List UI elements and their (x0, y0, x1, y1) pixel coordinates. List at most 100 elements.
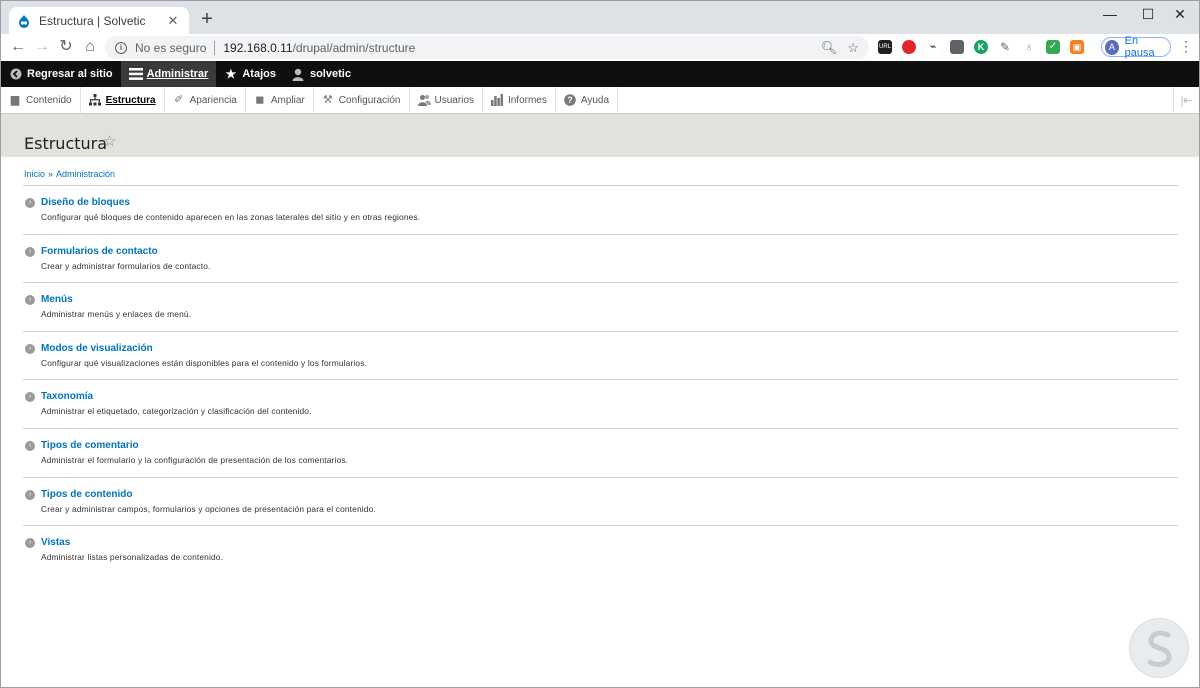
people-icon (417, 94, 431, 106)
cube-icon[interactable] (950, 40, 964, 54)
bar-chart-icon (490, 94, 503, 106)
browser-tab[interactable]: Estructura | Solvetic ✕ (9, 7, 189, 34)
list-item-description: Configurar qué visualizaciones están dis… (41, 357, 368, 368)
url-icon[interactable]: URL (878, 40, 892, 54)
list-item-description: Administrar el etiquetado, categorizació… (41, 406, 312, 417)
chevron-right-icon: › (25, 198, 35, 208)
tray-item-apariencia[interactable]: ✐ Apariencia (165, 87, 246, 113)
watermark-logo (1129, 618, 1189, 678)
list-item-link[interactable]: Menús (41, 294, 73, 305)
tray-item-label: Apariencia (189, 94, 237, 106)
tray-item-ayuda[interactable]: ? Ayuda (556, 87, 619, 113)
list-item: › Tipos de comentario Administrar el for… (23, 429, 1178, 478)
tray-item-label: Estructura (105, 94, 156, 106)
list-item-link[interactable]: Tipos de comentario (41, 440, 139, 451)
bookmark-star-icon[interactable]: ☆ (847, 40, 859, 56)
tray-item-label: Usuarios (434, 94, 474, 106)
omnibox-divider (214, 40, 216, 55)
tray-item-label: Configuración (338, 94, 401, 106)
back-circle-icon (9, 68, 22, 81)
wrench-icon: ⚒ (322, 94, 333, 106)
window-close-icon[interactable]: ✕ (1161, 1, 1199, 27)
minimize-icon[interactable]: — (1091, 1, 1129, 27)
svg-text:?: ? (567, 95, 573, 105)
list-item: › Tipos de contenido Crear y administrar… (23, 478, 1178, 527)
chevron-right-icon: › (25, 489, 35, 500)
list-item-link[interactable]: Tipos de contenido (41, 489, 132, 500)
admin-menu-tray: ▆ Contenido Estructura ✐ Apariencia ◼ Am… (1, 87, 1199, 114)
chevron-right-icon: › (25, 538, 35, 549)
tray-item-ampliar[interactable]: ◼ Ampliar (246, 87, 314, 113)
breadcrumb-separator: » (48, 169, 54, 179)
back-arrow-icon[interactable]: ← (9, 38, 27, 56)
breadcrumb: Inicio» Administración (24, 169, 115, 179)
lock-icon[interactable]: ▣ (1070, 40, 1084, 54)
home-icon[interactable]: ⌂ (81, 38, 99, 56)
list-item: › Modos de visualización Configurar qué … (23, 332, 1178, 381)
profile-status: En pausa (1124, 35, 1155, 59)
tray-item-contenido[interactable]: ▆ Contenido (1, 87, 81, 113)
tab-close-icon[interactable]: ✕ (165, 13, 181, 29)
shortcuts-label: Atajos (242, 68, 276, 80)
list-item-link[interactable]: Diseño de bloques (41, 197, 130, 208)
tray-item-estructura[interactable]: Estructura (81, 87, 165, 113)
tab-title: Estructura | Solvetic (39, 13, 146, 28)
tray-orientation-toggle-icon[interactable]: |⇤ (1173, 87, 1199, 113)
tray-item-usuarios[interactable]: Usuarios (410, 87, 483, 113)
user-tab[interactable]: solvetic (284, 61, 359, 87)
star-icon: ★ (225, 66, 237, 81)
reload-icon[interactable]: ↻ (57, 38, 75, 56)
profile-button[interactable]: A En pausa (1101, 35, 1171, 59)
manage-tab[interactable]: Administrar (120, 61, 217, 87)
bird-icon[interactable]: ⌁ (926, 40, 940, 54)
breadcrumb-link-administracion[interactable]: Administración (56, 169, 115, 179)
back-to-site-link[interactable]: Regresar al sitio (1, 61, 121, 87)
list-item-link[interactable]: Taxonomía (41, 391, 93, 402)
security-status[interactable]: No es seguro (135, 41, 206, 55)
list-item: › Formularios de contacto Crear y admini… (23, 235, 1178, 284)
list-item-description: Crear y administrar campos, formularios … (41, 503, 376, 514)
list-item-link[interactable]: Formularios de contacto (41, 246, 158, 257)
file-icon: ▆ (10, 94, 20, 106)
chevron-right-icon: › (25, 440, 35, 451)
tray-item-configuracion[interactable]: ⚒ Configuración (314, 87, 410, 113)
tray-item-informes[interactable]: Informes (483, 87, 556, 113)
list-item: › Diseño de bloques Configurar qué bloqu… (23, 186, 1178, 235)
drupal-favicon-icon (17, 14, 31, 28)
k-icon[interactable]: K (974, 40, 988, 54)
manage-label: Administrar (146, 68, 209, 80)
page-header: Estructura ☆ (1, 114, 1199, 157)
browser-toolbar: ← → ↻ ⌂ i No es seguro 192.168.0.11 /dru… (1, 34, 1199, 61)
list-item: › Menús Administrar menús y enlaces de m… (23, 283, 1178, 332)
pen-icon[interactable]: ✎ (998, 40, 1012, 54)
forward-arrow-icon[interactable]: → (33, 38, 51, 56)
chevron-right-icon: › (25, 343, 35, 354)
opera-icon[interactable] (902, 40, 916, 54)
admin-list: › Diseño de bloques Configurar qué bloqu… (23, 185, 1178, 575)
shield-check-icon[interactable]: ✓ (1046, 40, 1060, 54)
shortcut-star-icon[interactable]: ☆ (103, 133, 116, 151)
drupal-toolbar-bar: Regresar al sitio Administrar ★ Atajos s… (1, 61, 1199, 87)
list-item-description: Administrar menús y enlaces de menú. (41, 309, 192, 320)
address-bar[interactable]: i No es seguro 192.168.0.11 /drupal/admi… (105, 36, 869, 59)
url-host: 192.168.0.11 (223, 40, 293, 55)
new-tab-icon[interactable]: + (197, 9, 217, 29)
list-item-description: Crear y administrar formularios de conta… (41, 260, 211, 271)
list-item-link[interactable]: Modos de visualización (41, 343, 153, 354)
shortcuts-tab[interactable]: ★ Atajos (216, 61, 284, 87)
list-item: › Taxonomía Administrar el etiquetado, c… (23, 380, 1178, 429)
list-item-link[interactable]: Vistas (41, 537, 70, 548)
breadcrumb-link-inicio[interactable]: Inicio (24, 169, 45, 179)
zoom-icon[interactable]: 🔍︎ (821, 40, 838, 56)
puzzle-icon: ◼ (255, 94, 265, 106)
chevron-right-icon: › (25, 246, 35, 257)
chrome-menu-icon[interactable]: ⋮ (1179, 39, 1193, 53)
chevron-right-icon: › (25, 392, 35, 403)
bulb-icon[interactable]: ♁ (1022, 40, 1036, 54)
user-label: solvetic (309, 68, 351, 80)
info-icon[interactable]: i (115, 41, 127, 54)
list-item-description: Administrar el formulario y la configura… (41, 454, 349, 465)
chevron-right-icon: › (25, 295, 35, 306)
tray-item-label: Informes (507, 94, 547, 106)
tray-item-label: Ayuda (580, 94, 610, 106)
